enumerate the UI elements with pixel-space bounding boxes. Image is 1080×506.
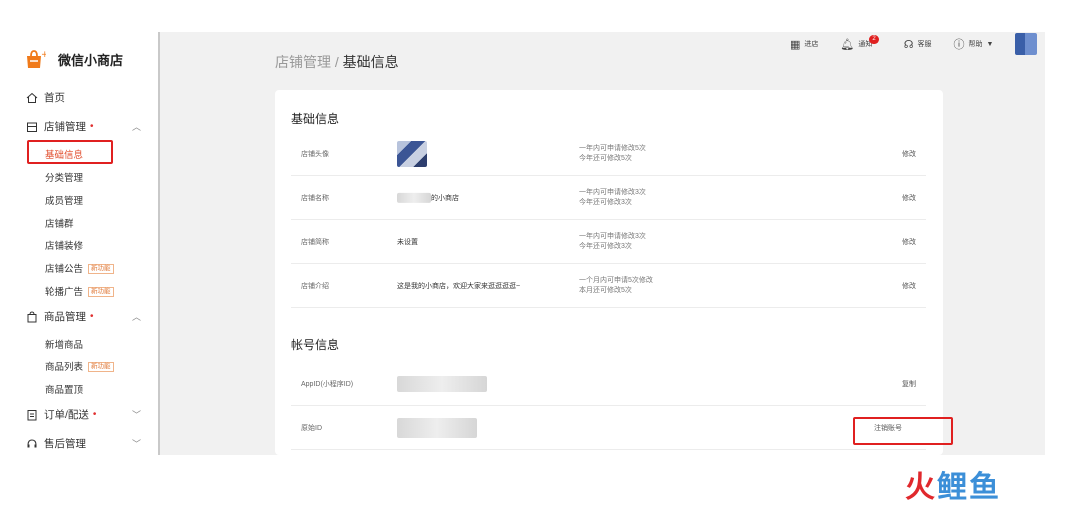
- help-label: 帮助: [968, 41, 983, 48]
- nav-store-dot: •: [90, 121, 94, 132]
- watermark-logo: 火鲤鱼: [905, 471, 1001, 504]
- edit-intro-link[interactable]: 修改: [902, 281, 916, 291]
- chevron-down-icon[interactable]: ﹀: [132, 408, 141, 421]
- enter-store-label: 进店: [804, 41, 819, 48]
- store-avatar-image: [397, 140, 427, 167]
- sidebar-item-members[interactable]: 成员管理: [45, 193, 83, 207]
- edit-short-name-link[interactable]: 修改: [902, 237, 916, 247]
- sidebar-item-product-list[interactable]: 商品列表 新功能: [45, 359, 114, 373]
- chevron-down-icon[interactable]: ﹀: [132, 437, 141, 450]
- short-name-value: 未设置: [397, 238, 418, 246]
- notification-button[interactable]: 🔔︎ 通知 2: [840, 34, 881, 51]
- chevron-up-icon[interactable]: ︿: [132, 310, 141, 323]
- nav-home-label: 首页: [44, 92, 65, 104]
- bell-icon: 🔔︎: [840, 38, 855, 51]
- account-info-title: 帐号信息: [291, 338, 340, 352]
- top-toolbar: ▦ 进店 🔔︎ 通知 2 ☊ 客服 ⓘ 帮助 ▼: [790, 33, 1038, 55]
- info-card: 基础信息 店铺头像 一年内可申请修改5次 今年还可修改5次 修改 店铺名称 的小商…: [275, 90, 943, 455]
- new-feature-badge: 新功能: [88, 362, 114, 373]
- nav-product-dot: •: [90, 311, 94, 322]
- sidebar-item-decoration[interactable]: 店铺装修: [45, 238, 83, 252]
- help-dropdown[interactable]: ⓘ 帮助 ▼: [954, 36, 994, 52]
- customer-service-button[interactable]: ☊ 客服: [904, 38, 932, 51]
- table-row: 店铺简称 未设置 一年内可申请修改3次 今年还可修改3次 修改: [291, 220, 926, 264]
- basic-info-title: 基础信息: [291, 112, 340, 126]
- breadcrumb-separator: /: [331, 54, 343, 70]
- banner-ads-label: 轮播广告: [45, 287, 84, 298]
- sidebar: + 微信小商店 首页 店铺管理 • ︿ 基础信息 分类管理 成员管理 店铺群 店…: [0, 0, 158, 455]
- nav-product-label: 商品管理: [44, 311, 86, 323]
- qrcode-icon: ▦: [790, 38, 801, 51]
- sidebar-item-basic-info[interactable]: 基础信息: [45, 147, 83, 161]
- nav-orders-dot: •: [92, 409, 97, 420]
- breadcrumb: 店铺管理 / 基础信息: [275, 52, 399, 72]
- headset-icon: [26, 438, 38, 450]
- app-logo[interactable]: + 微信小商店: [24, 48, 123, 70]
- table-row: 店铺介绍 这是我的小商店，欢迎大家来逛逛逛逛~ 一个月内可申请5次修改 本月还可修…: [291, 264, 926, 308]
- edit-name-link[interactable]: 修改: [902, 193, 916, 203]
- customer-service-label: 客服: [917, 41, 932, 48]
- app-name: 微信小商店: [58, 52, 124, 68]
- sidebar-item-banner-ads[interactable]: 轮播广告 新功能: [45, 284, 114, 298]
- row-note: 一年内可申请修改5次 今年还可修改5次: [579, 144, 646, 162]
- row-label: 店铺介绍: [301, 282, 329, 290]
- chevron-up-icon[interactable]: ︿: [132, 120, 141, 133]
- sidebar-item-product-top[interactable]: 商品置顶: [45, 382, 83, 396]
- svg-text:+: +: [41, 50, 46, 60]
- original-id-value: [397, 417, 477, 438]
- new-feature-badge: 新功能: [88, 264, 114, 275]
- intro-value: 这是我的小商店，欢迎大家来逛逛逛逛~: [397, 282, 521, 290]
- new-feature-badge: 新功能: [88, 287, 114, 298]
- order-icon: [26, 409, 38, 421]
- nav-product-management[interactable]: 商品管理 • ︿: [26, 309, 141, 324]
- sidebar-item-store-group[interactable]: 店铺群: [45, 216, 74, 230]
- row-label: 店铺简称: [301, 238, 329, 246]
- announcement-label: 店铺公告: [45, 264, 84, 275]
- table-row: AppID(小程序ID) 复制: [291, 362, 926, 406]
- appid-value: [397, 375, 487, 392]
- row-note: 一年内可申请修改3次 今年还可修改3次: [579, 188, 646, 206]
- notification-count-badge: 2: [869, 34, 879, 44]
- sidebar-item-announcement[interactable]: 店铺公告 新功能: [45, 261, 114, 275]
- row-label: 原始ID: [301, 424, 322, 432]
- shop-bag-icon: +: [24, 48, 49, 70]
- copy-appid-link[interactable]: 复制: [902, 379, 916, 389]
- sidebar-item-add-product[interactable]: 新增商品: [45, 337, 83, 351]
- nav-store-management[interactable]: 店铺管理 • ︿: [26, 119, 141, 134]
- row-note: 一个月内可申请5次修改 本月还可修改5次: [579, 276, 653, 294]
- breadcrumb-parent[interactable]: 店铺管理: [275, 54, 331, 70]
- product-list-label: 商品列表: [45, 362, 84, 373]
- store-name-value: 的小商店: [397, 192, 459, 203]
- caret-down-icon: ▼: [986, 40, 994, 48]
- home-icon: [26, 92, 38, 104]
- enter-store-button[interactable]: ▦ 进店: [790, 38, 818, 51]
- row-note: 一年内可申请修改3次 今年还可修改3次: [579, 232, 646, 250]
- store-icon: [26, 121, 38, 133]
- nav-after-sales-label: 售后管理: [44, 438, 86, 450]
- nav-store-label: 店铺管理: [44, 121, 86, 133]
- table-row: 店铺头像 一年内可申请修改5次 今年还可修改5次 修改: [291, 132, 926, 176]
- table-row: 原始ID 注销账号: [291, 406, 926, 450]
- help-icon: ⓘ: [953, 39, 965, 51]
- avatar[interactable]: [1015, 33, 1038, 55]
- nav-orders-label: 订单/配送: [44, 409, 89, 421]
- row-label: 店铺名称: [301, 194, 329, 202]
- nav-home[interactable]: 首页: [26, 90, 65, 105]
- nav-after-sales[interactable]: 售后管理 ﹀: [26, 436, 141, 451]
- nav-orders[interactable]: 订单/配送 • ﹀: [26, 407, 141, 422]
- deregister-highlight: [853, 417, 953, 445]
- edit-avatar-link[interactable]: 修改: [902, 149, 916, 159]
- sidebar-item-category[interactable]: 分类管理: [45, 170, 83, 184]
- row-label: 店铺头像: [301, 150, 329, 158]
- headset-icon: ☊: [903, 38, 914, 51]
- breadcrumb-current: 基础信息: [342, 54, 399, 70]
- table-row: 店铺名称 的小商店 一年内可申请修改3次 今年还可修改3次 修改: [291, 176, 926, 220]
- bag-icon: [26, 310, 38, 323]
- row-label: AppID(小程序ID): [301, 380, 354, 388]
